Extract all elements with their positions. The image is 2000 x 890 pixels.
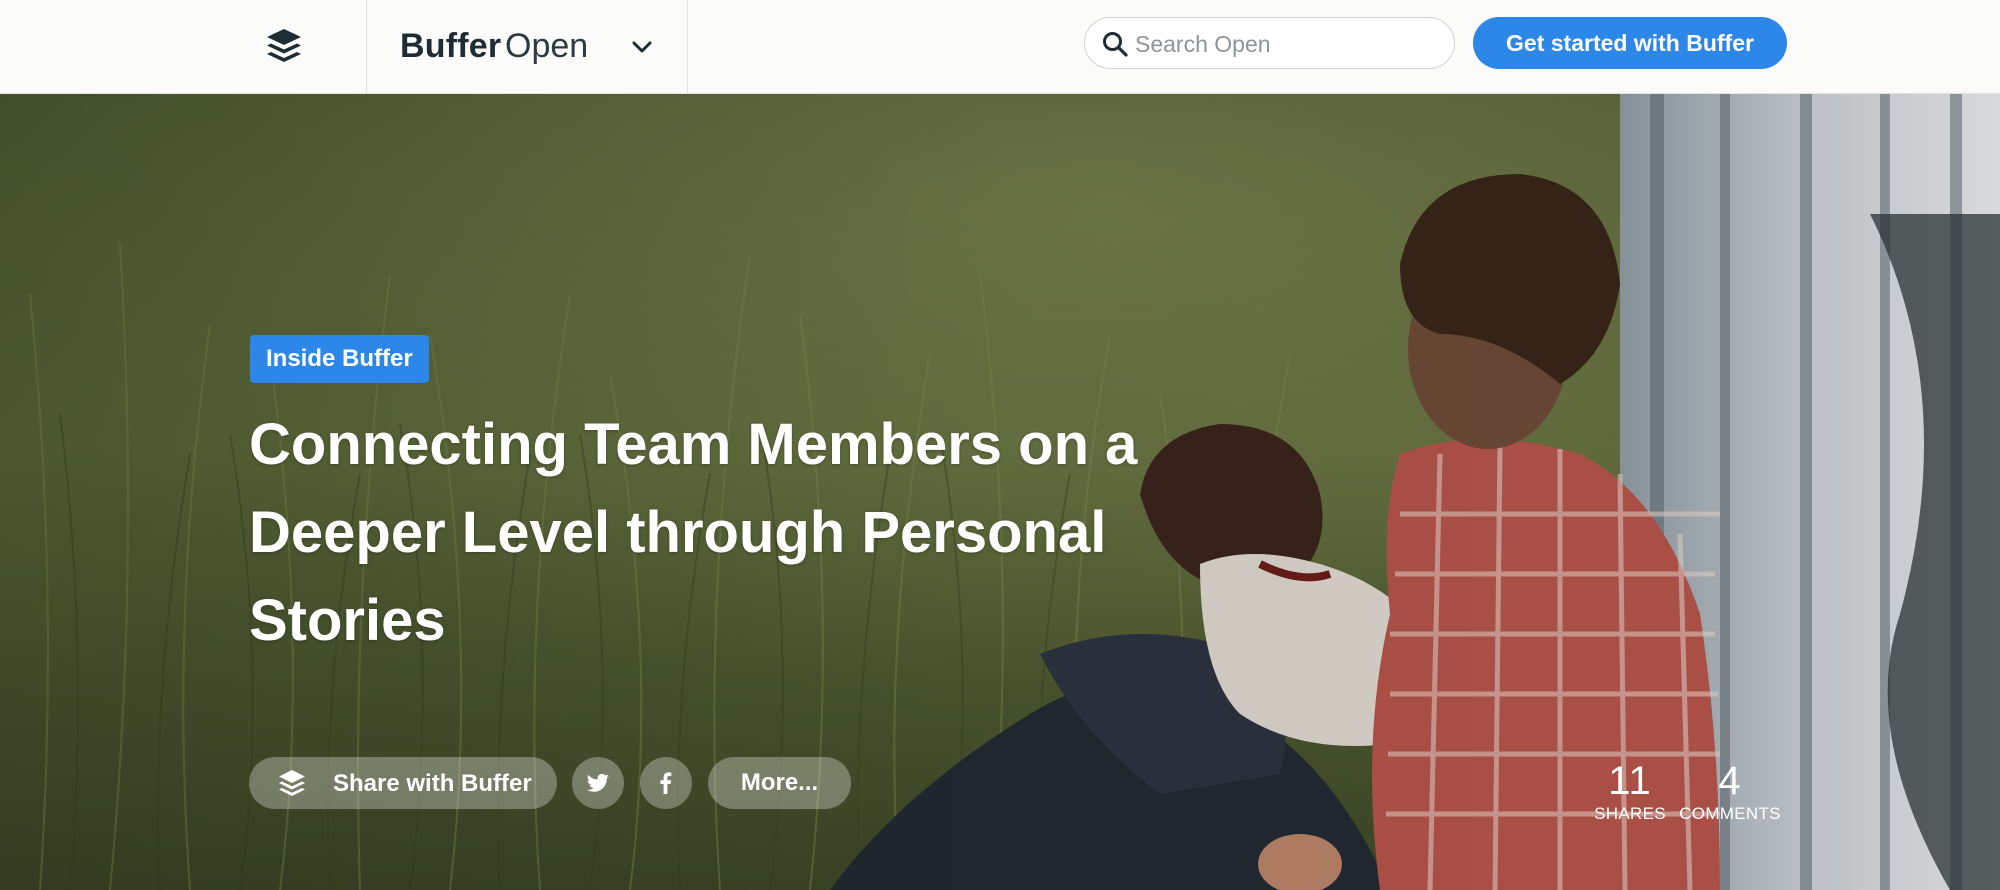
more-share-options-button[interactable]: More... bbox=[708, 757, 851, 809]
buffer-stack-icon[interactable] bbox=[265, 27, 303, 65]
search-box[interactable] bbox=[1084, 17, 1455, 69]
brand-sub: Open bbox=[505, 27, 589, 65]
category-tag[interactable]: Inside Buffer bbox=[250, 335, 429, 383]
facebook-icon bbox=[660, 772, 672, 794]
twitter-share-button[interactable] bbox=[572, 757, 624, 809]
logo-cell bbox=[0, 0, 367, 93]
brand-name: Buffer bbox=[400, 27, 502, 65]
product-switcher[interactable]: Buffer Open bbox=[367, 0, 688, 93]
comments-stat[interactable]: 4 COMMENTS bbox=[1675, 759, 1785, 825]
shares-stat: 11 SHARES bbox=[1590, 759, 1670, 825]
twitter-icon bbox=[587, 773, 609, 792]
search-icon bbox=[1103, 32, 1128, 57]
share-with-buffer-label: Share with Buffer bbox=[333, 770, 532, 797]
facebook-share-button[interactable] bbox=[640, 757, 692, 809]
search-input[interactable] bbox=[1135, 26, 1435, 62]
share-with-buffer-button[interactable]: Share with Buffer bbox=[249, 757, 557, 809]
comments-count: 4 bbox=[1718, 759, 1742, 803]
shares-label: SHARES bbox=[1594, 804, 1666, 823]
shares-count: 11 bbox=[1608, 759, 1652, 803]
chevron-down-icon[interactable] bbox=[629, 34, 655, 60]
article-title: Connecting Team Members on a Deeper Leve… bbox=[249, 412, 1138, 653]
get-started-button[interactable]: Get started with Buffer bbox=[1473, 17, 1787, 69]
top-navigation-bar: Buffer Open Get started with Buffer bbox=[0, 0, 2000, 94]
hero-banner: Inside Buffer Connecting Team Members on… bbox=[0, 94, 2000, 890]
comments-label: COMMENTS bbox=[1679, 804, 1781, 823]
buffer-stack-icon bbox=[279, 770, 305, 796]
